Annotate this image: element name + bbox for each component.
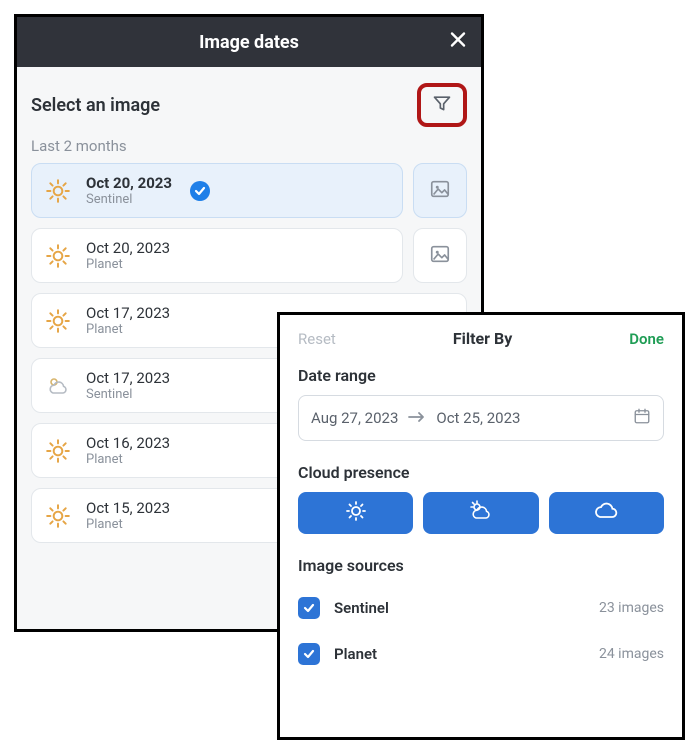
done-button[interactable]: Done <box>629 330 664 348</box>
sun-icon <box>344 499 368 527</box>
image-preview-button[interactable] <box>413 228 467 283</box>
panel-title: Image dates <box>199 32 299 53</box>
image-source-row: Sentinel 23 images <box>298 585 664 631</box>
filter-button[interactable] <box>417 83 467 127</box>
select-image-label: Select an image <box>31 95 160 116</box>
sun-cloud-icon <box>467 499 495 527</box>
selected-check-icon <box>190 181 210 201</box>
sun-cloud-icon <box>44 372 72 400</box>
panel-header: Image dates <box>17 17 481 67</box>
reset-button[interactable]: Reset <box>298 330 336 348</box>
cloud-option-sun[interactable] <box>298 492 413 534</box>
sun-icon <box>44 177 72 205</box>
date-range-label: Date range <box>298 366 664 385</box>
sun-icon <box>44 307 72 335</box>
image-icon <box>429 243 451 269</box>
image-date: Oct 16, 2023 <box>86 434 170 452</box>
date-group-label: Last 2 months <box>31 137 467 155</box>
sun-icon <box>44 437 72 465</box>
filter-title: Filter By <box>453 329 512 348</box>
source-name: Planet <box>334 645 585 663</box>
date-to: Oct 25, 2023 <box>436 409 520 427</box>
close-icon[interactable] <box>449 31 467 54</box>
image-date: Oct 15, 2023 <box>86 499 170 517</box>
cloud-presence-label: Cloud presence <box>298 463 664 482</box>
cloud-option-part-cloud[interactable] <box>423 492 538 534</box>
image-date-card[interactable]: Oct 20, 2023Planet <box>31 228 403 283</box>
image-icon <box>429 178 451 204</box>
sun-icon <box>44 242 72 270</box>
calendar-icon <box>633 407 651 429</box>
image-date: Oct 17, 2023 <box>86 369 170 387</box>
image-preview-button[interactable] <box>413 163 467 218</box>
image-source: Planet <box>86 517 170 532</box>
date-from: Aug 27, 2023 <box>311 409 398 427</box>
image-date-card[interactable]: Oct 20, 2023Sentinel <box>31 163 403 218</box>
source-checkbox[interactable] <box>298 597 320 619</box>
image-source: Sentinel <box>86 192 172 207</box>
cloud-icon <box>592 500 620 526</box>
source-count: 23 images <box>599 600 664 616</box>
image-source: Planet <box>86 452 170 467</box>
filter-panel: Reset Filter By Done Date range Aug 27, … <box>277 312 685 740</box>
image-date: Oct 20, 2023 <box>86 174 172 192</box>
image-date: Oct 17, 2023 <box>86 304 170 322</box>
source-count: 24 images <box>599 646 664 662</box>
image-sources-label: Image sources <box>298 556 664 575</box>
image-source: Sentinel <box>86 387 170 402</box>
source-checkbox[interactable] <box>298 643 320 665</box>
arrow-right-icon <box>408 409 426 427</box>
sun-icon <box>44 502 72 530</box>
date-range-input[interactable]: Aug 27, 2023 Oct 25, 2023 <box>298 395 664 441</box>
image-source: Planet <box>86 257 170 272</box>
image-date: Oct 20, 2023 <box>86 239 170 257</box>
filter-icon <box>432 93 452 117</box>
image-source-row: Planet 24 images <box>298 631 664 677</box>
image-source: Planet <box>86 322 170 337</box>
source-name: Sentinel <box>334 599 585 617</box>
cloud-option-cloud[interactable] <box>549 492 664 534</box>
